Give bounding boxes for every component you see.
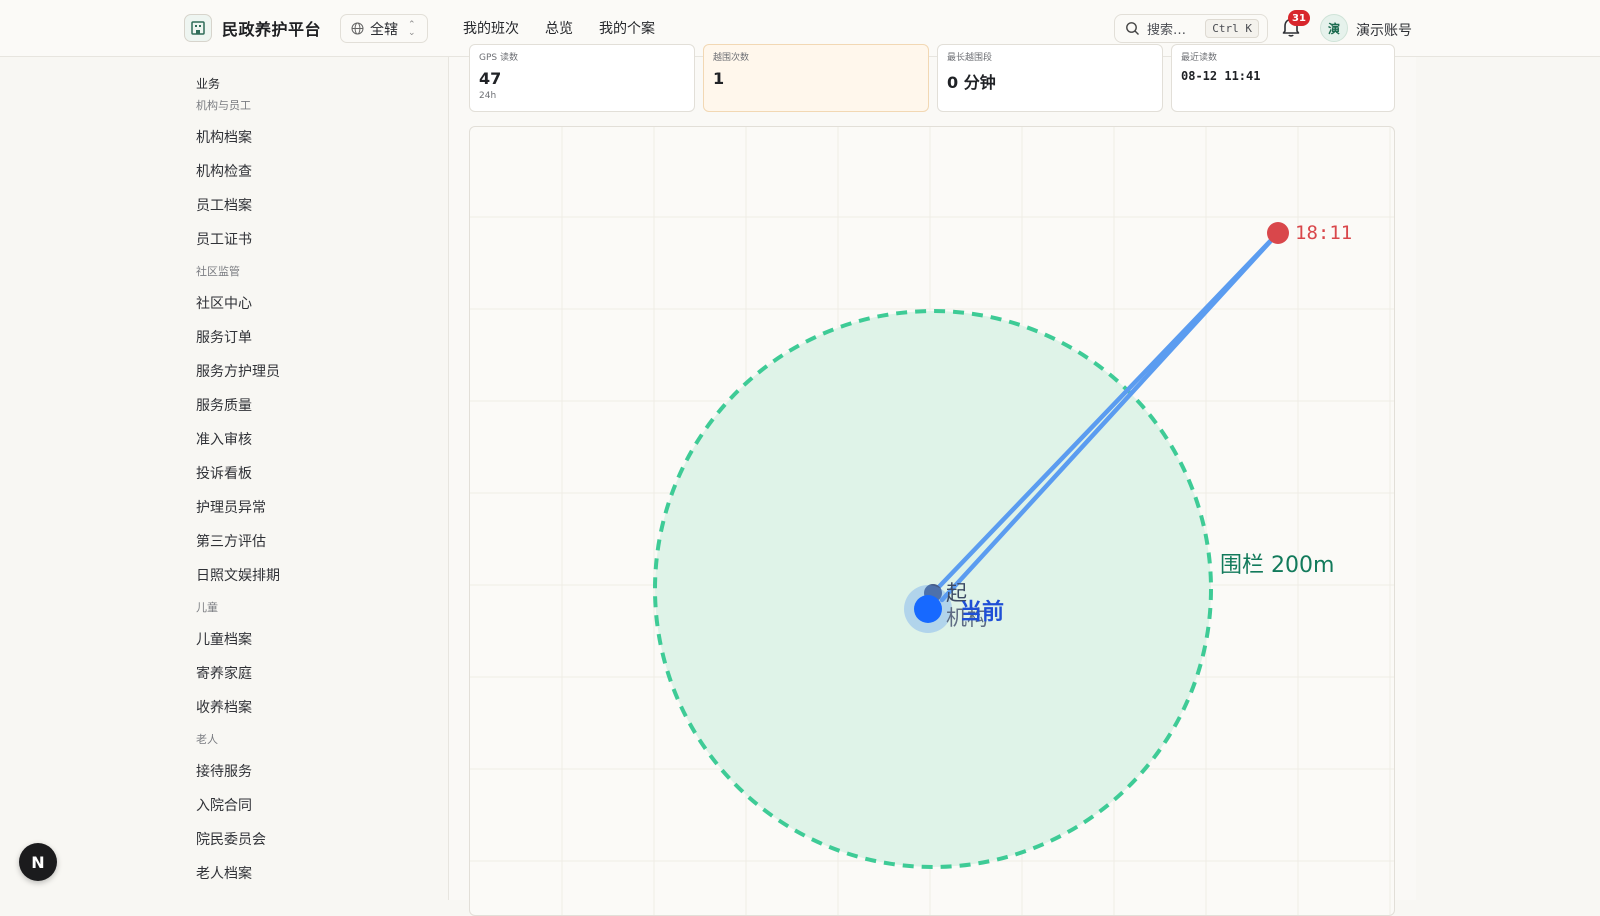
sidebar-section-label: 儿童	[196, 601, 218, 614]
search-icon	[1126, 22, 1139, 35]
scope-label: 全辖	[370, 21, 398, 38]
search-button[interactable]: 搜索… Ctrl K	[1114, 14, 1268, 43]
far-point-time-label: 18:11	[1295, 222, 1352, 244]
sidebar-section-label: 社区监管	[196, 265, 240, 278]
search-shortcut: Ctrl K	[1205, 19, 1259, 38]
nav-my-shifts[interactable]: 我的班次	[463, 18, 519, 38]
nav-overview[interactable]: 总览	[545, 18, 573, 38]
sidebar-item[interactable]: 服务质量	[196, 395, 252, 415]
sidebar-item[interactable]: 入院合同	[196, 795, 252, 815]
sidebar-item[interactable]: 员工档案	[196, 195, 252, 215]
building-icon	[184, 14, 212, 42]
stat-label: GPS 读数	[479, 53, 518, 63]
geofence-map[interactable]: 起 机构 当前 18:11 围栏 200m	[469, 126, 1395, 916]
far-point-marker[interactable]	[1267, 222, 1289, 244]
brand-name: 民政养护平台	[222, 20, 322, 39]
stat-card-breaches: 越围次数 1	[703, 44, 929, 112]
sidebar-item[interactable]: 院民委员会	[196, 829, 266, 849]
current-label: 当前	[960, 599, 1004, 625]
stat-label: 最近读数	[1181, 53, 1218, 63]
stat-card-latest: 最近读数 08-12 11:41	[1171, 44, 1395, 112]
stat-value: 47	[479, 69, 502, 88]
sidebar-item[interactable]: 服务方护理员	[196, 361, 280, 381]
next-dev-button[interactable]: N	[19, 843, 57, 881]
sidebar-item[interactable]: 老人档案	[196, 863, 252, 883]
scope-selector[interactable]: 全辖 ⌃ ⌄	[340, 14, 428, 43]
current-marker[interactable]	[914, 595, 942, 623]
sidebar-item[interactable]: 机构检查	[196, 161, 252, 181]
globe-icon	[351, 22, 364, 35]
stat-value: 08-12 11:41	[1181, 69, 1261, 83]
sidebar: 业务机构与员工机构档案机构检查员工档案员工证书社区监管社区中心服务订单服务方护理…	[0, 57, 449, 900]
avatar[interactable]: 演	[1320, 14, 1348, 42]
chevron-updown-icon: ⌃ ⌄	[408, 19, 416, 38]
brand[interactable]: 民政养护平台	[184, 14, 321, 42]
sidebar-item[interactable]: 社区中心	[196, 293, 252, 313]
stat-value: 1	[713, 69, 725, 88]
sidebar-section-label: 老人	[196, 733, 218, 746]
sidebar-item[interactable]: 儿童档案	[196, 629, 252, 649]
nav-my-cases[interactable]: 我的个案	[599, 18, 655, 38]
stat-label: 最长越围段	[947, 53, 993, 63]
stat-card-longest: 最长越围段 0 分钟	[937, 44, 1163, 112]
sidebar-item[interactable]: 员工证书	[196, 229, 252, 249]
stat-value: 0 分钟	[947, 73, 996, 92]
sidebar-group-label: 业务	[196, 77, 221, 91]
search-label: 搜索…	[1147, 23, 1187, 38]
sidebar-item[interactable]: 准入审核	[196, 429, 252, 449]
stat-card-gps: GPS 读数 47 24h	[469, 44, 695, 112]
sidebar-item[interactable]: 接待服务	[196, 761, 252, 781]
sidebar-item[interactable]: 第三方评估	[196, 531, 266, 551]
sidebar-item[interactable]: 服务订单	[196, 327, 252, 347]
sidebar-item[interactable]: 日照文娱排期	[196, 565, 280, 585]
sidebar-item[interactable]: 机构档案	[196, 127, 252, 147]
sidebar-item[interactable]: 投诉看板	[196, 463, 252, 483]
sidebar-item[interactable]: 寄养家庭	[196, 663, 252, 683]
account-name[interactable]: 演示账号	[1356, 20, 1412, 40]
main-nav: 我的班次 总览 我的个案	[463, 18, 655, 38]
stat-label: 越围次数	[713, 53, 750, 63]
stat-sub: 24h	[479, 91, 497, 101]
notification-count-badge: 31	[1288, 10, 1310, 26]
sidebar-section-label: 机构与员工	[196, 99, 251, 112]
sidebar-item[interactable]: 收养档案	[196, 697, 252, 717]
map-canvas: 起 机构 当前 18:11 围栏 200m	[470, 127, 1394, 915]
fence-radius-label: 围栏 200m	[1220, 553, 1334, 578]
sidebar-item[interactable]: 护理员异常	[196, 497, 266, 517]
